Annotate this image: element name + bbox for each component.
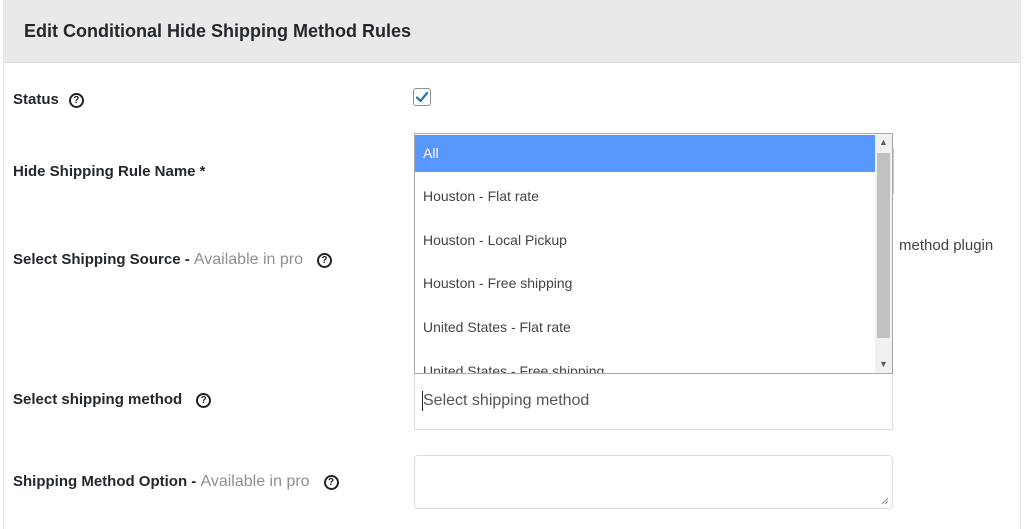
dropdown-option[interactable]: Houston - Free shipping	[415, 265, 875, 302]
pro-badge: Available in pro	[193, 251, 303, 268]
shipping-source-label-row: Select Shipping Source - Available in pr…	[13, 251, 332, 269]
status-label-row: Status?	[13, 91, 84, 108]
help-circle-icon[interactable]: ?	[68, 93, 84, 108]
status-label: Status	[13, 91, 59, 108]
dropdown-scrollbar[interactable]: ▲ ▼	[875, 134, 892, 373]
help-circle-icon[interactable]: ?	[196, 393, 212, 408]
help-circle-icon[interactable]: ?	[323, 475, 339, 490]
dropdown-option[interactable]: Houston - Flat rate	[415, 178, 875, 215]
shipping-source-hint: method plugin	[899, 237, 994, 254]
checkmark-icon	[415, 91, 429, 103]
method-option-label: Shipping Method Option -	[13, 473, 201, 490]
scroll-thumb[interactable]	[877, 153, 890, 338]
shipping-method-dropdown[interactable]: All Houston - Flat rate Houston - Local …	[414, 133, 893, 374]
shipping-source-label: Select Shipping Source -	[13, 251, 194, 268]
dropdown-option[interactable]: United States - Free shipping	[415, 353, 875, 373]
dropdown-option-all[interactable]: All	[415, 135, 875, 172]
scroll-up-arrow-icon[interactable]: ▲	[875, 134, 892, 151]
shipping-method-label: Select shipping method	[13, 391, 183, 408]
resize-handle-icon[interactable]	[881, 497, 889, 505]
pro-badge: Available in pro	[200, 473, 310, 490]
panel-header: Edit Conditional Hide Shipping Method Ru…	[4, 0, 1020, 63]
scroll-down-arrow-icon[interactable]: ▼	[875, 356, 892, 373]
dropdown-option[interactable]: United States - Flat rate	[415, 309, 875, 346]
shipping-method-search-input[interactable]: Select shipping method	[414, 374, 893, 430]
shipping-method-placeholder: Select shipping method	[423, 392, 590, 409]
method-option-textarea[interactable]	[414, 455, 893, 509]
method-option-label-row: Shipping Method Option - Available in pr…	[13, 473, 339, 491]
panel-title: Edit Conditional Hide Shipping Method Ru…	[24, 21, 411, 41]
status-checkbox[interactable]	[413, 88, 431, 106]
dropdown-option[interactable]: Houston - Local Pickup	[415, 222, 875, 259]
help-circle-icon[interactable]: ?	[316, 253, 332, 268]
shipping-method-label-row: Select shipping method?	[13, 391, 212, 408]
rule-name-label: Hide Shipping Rule Name *	[13, 163, 206, 180]
